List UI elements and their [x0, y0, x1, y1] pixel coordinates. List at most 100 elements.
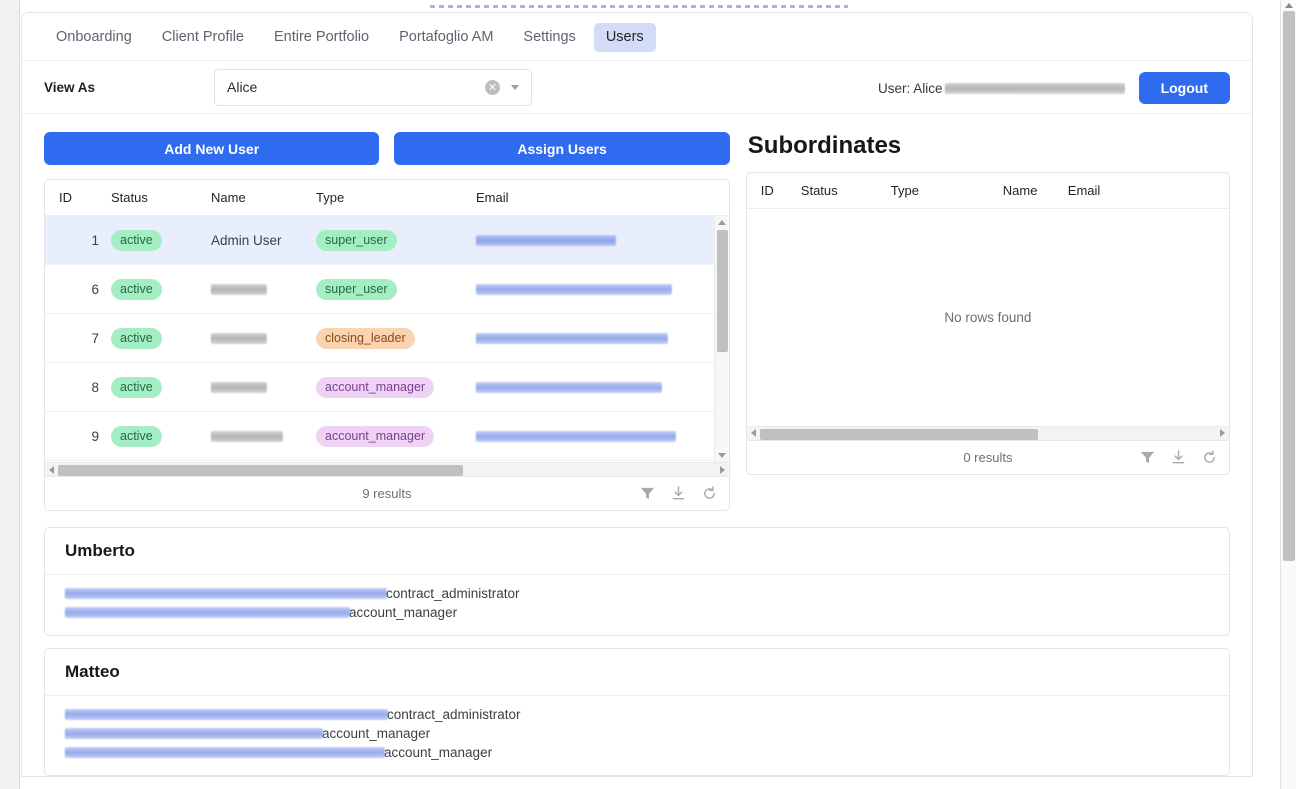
add-new-user-button[interactable]: Add New User	[44, 132, 380, 166]
assignment-name-redacted	[65, 747, 385, 759]
table-row[interactable]: 6 active super_user	[45, 265, 729, 315]
view-as-select[interactable]: Alice ✕	[214, 68, 532, 106]
filter-icon[interactable]	[640, 486, 655, 501]
current-user-label: User: Alice	[878, 81, 1125, 96]
assignment-role: account_manager	[349, 605, 458, 621]
download-icon[interactable]	[671, 486, 686, 501]
cell-status: active	[105, 278, 205, 301]
cell-email	[470, 430, 729, 442]
email-redacted	[476, 381, 662, 393]
cell-status: active	[105, 425, 205, 448]
cell-status: active	[105, 327, 205, 350]
name-redacted	[211, 381, 267, 393]
subordinates-column-header-id[interactable]: ID	[755, 183, 795, 198]
action-button-row: Add New User Assign Users	[44, 132, 730, 166]
scroll-left-arrow-icon[interactable]	[750, 429, 756, 438]
current-user-email-redacted	[944, 82, 1125, 94]
tab-settings[interactable]: Settings	[511, 23, 587, 52]
users-grid-horizontal-scrollbar[interactable]	[45, 462, 729, 478]
tab-onboarding[interactable]: Onboarding	[44, 23, 144, 52]
refresh-icon[interactable]	[702, 486, 717, 501]
info-card-header: Umberto	[45, 528, 1229, 576]
logout-button[interactable]: Logout	[1138, 72, 1230, 105]
subordinates-column-header-type[interactable]: Type	[885, 183, 997, 198]
name-redacted	[211, 430, 283, 442]
list-item: contract_administrator	[65, 584, 1209, 603]
scroll-right-arrow-icon[interactable]	[1220, 429, 1225, 438]
users-column-header-id[interactable]: ID	[53, 190, 105, 205]
scroll-right-arrow-icon[interactable]	[719, 465, 725, 474]
cell-id: 7	[91, 330, 99, 346]
info-card: Umberto contract_administrator account_man…	[44, 527, 1230, 637]
subordinates-column-header-email[interactable]: Email	[1062, 183, 1229, 198]
table-row[interactable]: 9 active account_manager	[45, 412, 729, 462]
filter-icon[interactable]	[1140, 450, 1155, 465]
window-vertical-scrollbar[interactable]	[1280, 0, 1296, 789]
app-page: Onboarding Client Profile Entire Portfolio…	[0, 0, 1296, 789]
clear-circle-icon[interactable]: ✕	[485, 79, 500, 95]
current-user-text: User: Alice	[878, 80, 943, 96]
subordinates-grid-header: ID Status Type Name Email	[746, 173, 1229, 209]
subordinates-column-header-status[interactable]: Status	[795, 183, 885, 198]
download-icon[interactable]	[1171, 450, 1186, 465]
scroll-up-arrow-icon[interactable]	[717, 220, 726, 226]
status-badge: active	[111, 229, 162, 252]
assignment-role: account_manager	[322, 726, 431, 742]
email-redacted	[476, 283, 672, 295]
users-grid-body: 1 active Admin User super_user 6 active super_…	[45, 216, 729, 463]
info-card-title: Matteo	[65, 662, 120, 682]
tab-portafoglio-am[interactable]: Portafoglio AM	[387, 23, 505, 52]
info-card-body: contract_administrator account_manager	[45, 575, 1229, 635]
assignment-role: account_manager	[384, 745, 493, 761]
cell-email	[470, 234, 729, 246]
assignment-name-redacted	[65, 607, 350, 619]
table-row[interactable]: 8 active account_manager	[45, 363, 729, 413]
type-badge: super_user	[316, 229, 397, 252]
list-item: account_manager	[65, 603, 1209, 622]
subordinates-column-header-name[interactable]: Name	[997, 183, 1062, 198]
cell-type: closing_leader	[310, 327, 470, 350]
table-row[interactable]: 1 active Admin User super_user	[45, 216, 729, 266]
subordinates-horizontal-scrollbar[interactable]	[746, 425, 1229, 441]
view-as-selected-value: Alice	[227, 79, 258, 96]
scroll-left-arrow-icon[interactable]	[49, 465, 54, 474]
left-gutter	[0, 0, 20, 789]
list-item: contract_administrator	[65, 705, 1209, 724]
cell-name: Admin User	[211, 232, 282, 248]
users-column-header-status[interactable]: Status	[105, 190, 205, 205]
view-as-label: View As	[44, 79, 96, 95]
users-column-header-name[interactable]: Name	[205, 190, 310, 205]
tab-client-profile[interactable]: Client Profile	[150, 23, 256, 52]
list-item: account_manager	[65, 724, 1209, 743]
users-grid-vertical-scrollbar[interactable]	[713, 216, 729, 463]
scroll-down-arrow-icon[interactable]	[717, 453, 726, 459]
tab-entire-portfolio[interactable]: Entire Portfolio	[262, 23, 381, 52]
users-grid-header: ID Status Name Type Email	[45, 180, 729, 217]
cell-status: active	[105, 376, 205, 399]
users-column-header-email[interactable]: Email	[470, 190, 729, 205]
assignment-name-redacted	[65, 709, 388, 721]
subordinates-hscroll-thumb[interactable]	[759, 428, 1038, 440]
scroll-up-arrow-icon[interactable]	[1284, 3, 1293, 8]
users-column-header-type[interactable]: Type	[310, 190, 470, 205]
refresh-icon[interactable]	[1202, 450, 1217, 465]
users-results-count: 9 results	[362, 486, 412, 502]
info-card-header: Matteo	[45, 649, 1229, 697]
tab-users[interactable]: Users	[593, 23, 656, 53]
name-redacted	[211, 283, 267, 295]
cell-id: 1	[91, 232, 99, 248]
users-grid-hscroll-thumb[interactable]	[58, 465, 463, 477]
cell-name	[205, 283, 310, 295]
users-grid-scroll-thumb[interactable]	[716, 230, 728, 353]
table-row[interactable]: 7 active closing_leader	[45, 314, 729, 364]
chevron-down-icon[interactable]	[511, 84, 519, 90]
subordinates-grid: ID Status Type Name Email No rows found 0 re…	[745, 171, 1230, 475]
assign-users-button[interactable]: Assign Users	[394, 132, 730, 166]
list-item: account_manager	[65, 743, 1209, 762]
cell-id: 6	[91, 281, 99, 297]
cell-type: account_manager	[310, 425, 470, 448]
cell-type: account_manager	[310, 376, 470, 399]
assignment-name-redacted	[65, 728, 323, 740]
window-scrollbar-thumb[interactable]	[1283, 11, 1295, 561]
info-card-body: contract_administrator account_manager acc…	[45, 696, 1229, 775]
